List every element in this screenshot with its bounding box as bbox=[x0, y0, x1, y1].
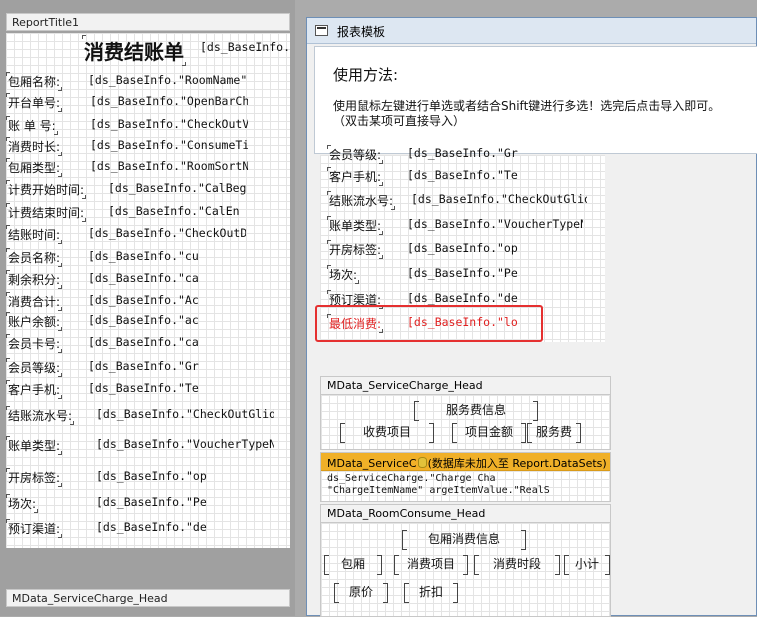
instructions-title: 使用方法: bbox=[333, 66, 399, 84]
band-header-report-title[interactable]: ReportTitle1 bbox=[6, 13, 290, 31]
left-row-field[interactable]: [ds_BaseInfo."CheckOutGlid bbox=[96, 407, 274, 421]
left-row-field[interactable]: [ds_BaseInfo."RoomName" bbox=[88, 73, 246, 87]
dialog-row-field[interactable]: [ds_BaseInfo."VoucherTypeN bbox=[407, 217, 583, 231]
left-row-label[interactable]: 消费合计: bbox=[5, 292, 63, 311]
left-row-field[interactable]: [ds_BaseInfo."Gr bbox=[88, 359, 204, 373]
service-charge-data-title: MData_ServiceC (数据库未加入至 Report.DataSets) bbox=[321, 453, 610, 471]
band-title: MData_ServiceCharge_Head bbox=[12, 592, 168, 605]
dialog-row-label[interactable]: 客户手机: bbox=[326, 167, 384, 186]
left-row-field[interactable]: [ds_BaseInfo."ac bbox=[88, 313, 204, 327]
report-title-text[interactable]: 消费结账单 bbox=[82, 35, 186, 66]
left-row-label[interactable]: 会员卡号: bbox=[5, 334, 63, 353]
left-row-field[interactable]: [ds_BaseInfo."Ac bbox=[88, 293, 204, 307]
dialog-row-field[interactable]: [ds_BaseInfo."Pe bbox=[407, 266, 521, 280]
service-charge-data-line-1[interactable]: ds_ServiceCharge."Charge Cha bbox=[327, 473, 496, 484]
room-col-period[interactable]: 消费时段 bbox=[474, 555, 560, 575]
left-row-field[interactable]: [ds_BaseInfo."ConsumeTi bbox=[90, 138, 248, 152]
left-row-field[interactable]: [ds_BaseInfo."RoomSortN bbox=[90, 159, 248, 173]
band-header-service-charge[interactable]: MData_ServiceCharge_Head bbox=[6, 589, 290, 607]
left-row-label[interactable]: 会员等级: bbox=[5, 358, 63, 377]
left-row-field[interactable]: [ds_BaseInfo."CalEn bbox=[108, 204, 250, 218]
report-title-field[interactable]: [ds_BaseInfo. bbox=[200, 40, 288, 54]
room-col-subtotal[interactable]: 小计 bbox=[564, 555, 610, 575]
highlight-box bbox=[315, 305, 543, 342]
left-row-label[interactable]: 账 单 号: bbox=[6, 116, 58, 135]
service-charge-head-title: MData_ServiceCharge_Head bbox=[321, 377, 610, 395]
left-row-label[interactable]: 账户余额: bbox=[5, 312, 63, 331]
window-icon bbox=[315, 25, 328, 36]
left-row-label[interactable]: 剩余积分: bbox=[5, 270, 63, 289]
band-title: ReportTitle1 bbox=[12, 16, 80, 29]
left-row-field[interactable]: [ds_BaseInfo."ca bbox=[88, 271, 204, 285]
left-row-field[interactable]: [ds_BaseInfo."Pe bbox=[96, 495, 212, 509]
left-row-field[interactable]: [ds_BaseInfo."VoucherTypeN bbox=[96, 437, 274, 451]
left-row-field[interactable]: [ds_BaseInfo."de bbox=[96, 520, 212, 534]
dialog-row-label[interactable]: 场次: bbox=[326, 265, 360, 284]
dialog-row-field[interactable]: [ds_BaseInfo."Te bbox=[407, 168, 521, 182]
left-row-label[interactable]: 计费开始时间: bbox=[5, 180, 87, 199]
left-row-field[interactable]: [ds_BaseInfo."OpenBarCh bbox=[90, 94, 248, 108]
left-row-field[interactable]: [ds_BaseInfo."CheckOutD bbox=[88, 226, 246, 240]
dialog-row-field[interactable]: [ds_BaseInfo."CheckOutGlid bbox=[411, 192, 587, 206]
dialog-title: 报表模板 bbox=[337, 25, 386, 39]
service-charge-group-cell[interactable]: 服务费信息 bbox=[414, 401, 538, 421]
service-charge-data-line-2[interactable]: "ChargeItemName" argeItemValue."RealS bbox=[327, 485, 550, 496]
service-col-amount[interactable]: 项目金额 bbox=[452, 423, 526, 443]
left-row-field[interactable]: [ds_BaseInfo."cu bbox=[88, 249, 204, 263]
room-col-item[interactable]: 消费项目 bbox=[394, 555, 468, 575]
left-row-label[interactable]: 会员名称: bbox=[5, 248, 63, 267]
room-col-room[interactable]: 包厢 bbox=[324, 555, 382, 575]
left-row-label[interactable]: 结账流水号: bbox=[5, 406, 75, 425]
left-row-label[interactable]: 开房标签: bbox=[5, 468, 63, 487]
left-row-label[interactable]: 预订渠道: bbox=[5, 519, 63, 538]
dialog-row-field[interactable]: [ds_BaseInfo."de bbox=[407, 291, 521, 305]
room-consume-group-cell[interactable]: 包厢消费信息 bbox=[402, 530, 526, 550]
dialog-row-field[interactable]: [ds_BaseInfo."Gr bbox=[407, 146, 521, 160]
instructions-line-2: （双击某项可直接导入） bbox=[333, 114, 466, 128]
service-col-charge-item[interactable]: 收费项目 bbox=[340, 423, 434, 443]
room-consume-head-title: MData_RoomConsume_Head bbox=[321, 505, 610, 523]
left-row-field[interactable]: [ds_BaseInfo."op bbox=[96, 469, 212, 483]
room-col-original-price[interactable]: 原价 bbox=[334, 583, 388, 603]
dialog-row-label[interactable]: 结账流水号: bbox=[326, 191, 396, 210]
dialog-row-label[interactable]: 开房标签: bbox=[326, 240, 384, 259]
left-row-label[interactable]: 包厢类型: bbox=[5, 158, 63, 177]
report-designer-canvas: ReportTitle1 消费结账单 [ds_BaseInfo. 包厢名称: [d… bbox=[0, 0, 295, 616]
database-warning-icon bbox=[417, 457, 427, 468]
room-consume-head-band[interactable]: MData_RoomConsume_Head 包厢消费信息 包厢 消费项目 消费… bbox=[320, 504, 611, 617]
left-row-label[interactable]: 开台单号: bbox=[5, 93, 63, 112]
service-col-fee[interactable]: 服务费 bbox=[527, 423, 581, 443]
left-row-field[interactable]: [ds_BaseInfo."CalBeg bbox=[108, 181, 254, 195]
service-charge-data-title-prefix: MData_ServiceC bbox=[327, 457, 417, 470]
dialog-row-field[interactable]: [ds_BaseInfo."op bbox=[407, 241, 521, 255]
left-row-field[interactable]: [ds_BaseInfo."ca bbox=[88, 335, 204, 349]
left-row-label[interactable]: 计费结束时间: bbox=[5, 203, 87, 222]
instructions-panel: 使用方法: 使用鼠标左键进行单选或者结合Shift键进行多选！选完后点击导入即可… bbox=[314, 46, 757, 154]
dialog-row-label[interactable]: 账单类型: bbox=[326, 216, 384, 235]
service-charge-head-band[interactable]: MData_ServiceCharge_Head 服务费信息 收费项目 项目金额… bbox=[320, 376, 611, 450]
left-row-label[interactable]: 结账时间: bbox=[5, 225, 63, 244]
left-row-field[interactable]: [ds_BaseInfo."Te bbox=[88, 381, 204, 395]
service-charge-data-band[interactable]: MData_ServiceC (数据库未加入至 Report.DataSets) … bbox=[320, 452, 611, 502]
left-row-label[interactable]: 包厢名称: bbox=[5, 72, 63, 91]
left-row-label[interactable]: 消费时长: bbox=[5, 137, 63, 156]
left-row-label[interactable]: 客户手机: bbox=[5, 380, 63, 399]
dialog-titlebar[interactable]: 报表模板 bbox=[307, 18, 756, 44]
room-col-discount[interactable]: 折扣 bbox=[404, 583, 458, 603]
left-row-label[interactable]: 账单类型: bbox=[5, 436, 63, 455]
dialog-row-label[interactable]: 会员等级: bbox=[326, 145, 384, 164]
left-row-field[interactable]: [ds_BaseInfo."CheckOutV bbox=[90, 117, 248, 131]
left-row-label[interactable]: 场次: bbox=[5, 494, 39, 513]
service-charge-data-title-suffix: (数据库未加入至 Report.DataSets) bbox=[427, 457, 607, 470]
